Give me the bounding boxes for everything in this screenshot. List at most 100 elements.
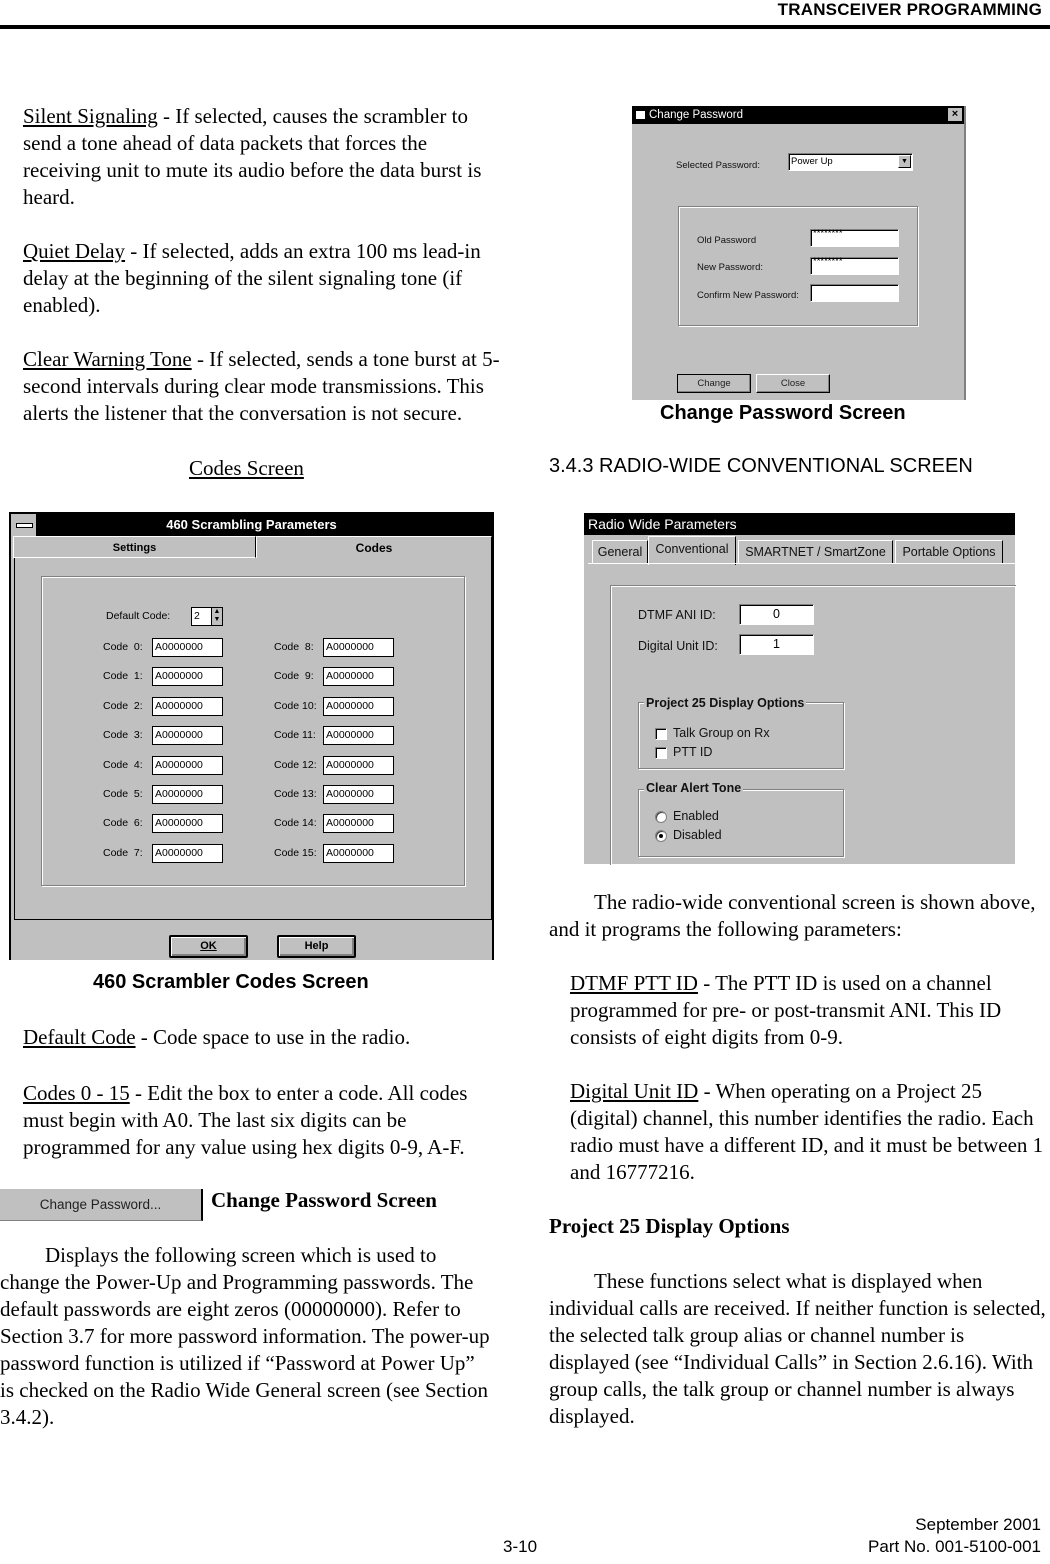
term-codes-0-15: Codes 0 - 15 [23,1081,130,1105]
code-input[interactable]: A0000000 [323,638,394,657]
old-password-field[interactable]: ******** [810,229,899,247]
code-label: Code 15: [274,846,317,859]
change-button[interactable]: Change [677,374,751,393]
code-label: Code 13: [274,788,317,800]
confirm-password-label: Confirm New Password: [697,290,799,301]
change-password-dialog: Change Password × Selected Password: Pow… [632,106,966,400]
p25-paragraph: These functions select what is displayed… [549,1269,1046,1428]
change-password-caption: Change Password Screen [660,402,906,424]
old-password-label: Old Password [697,235,757,246]
scrambler-caption: 460 Scrambler Codes Screen [93,971,369,993]
tab-settings[interactable]: Settings [13,536,256,558]
option-label: PTT ID [673,745,713,759]
code-label: Code 11: [274,729,316,742]
clear-warning-tone-paragraph: Clear Warning Tone - If selected, sends … [23,347,500,425]
code-input[interactable]: A0000000 [152,785,223,804]
clear-alert-tone-group [638,789,844,857]
tab-panel: Default Code: 2 ▲ ▼ Code 0: A0000000 Code 1… [14,558,492,920]
radio-wide-intro: The radio-wide conventional screen is sh… [549,890,1036,941]
system-menu-icon[interactable] [11,514,37,536]
code-input[interactable]: A0000000 [152,726,223,746]
default-code-paragraph: Default Code - Code space to use in the … [23,1025,411,1049]
code-label: Code 5: [103,788,143,800]
ok-button[interactable]: OK [169,935,248,958]
alert-group-title: Clear Alert Tone [644,781,744,795]
tab-conventional[interactable]: Conventional [648,536,736,565]
code-input[interactable]: A0000000 [323,785,394,804]
p25-group-title: Project 25 Display Options [644,696,807,710]
spinner-arrows-icon[interactable]: ▲ ▼ [211,608,222,625]
change-password-heading: Change Password Screen [211,1188,437,1212]
code-input[interactable]: A0000000 [152,843,223,863]
code-label: Code 12: [274,758,317,771]
digital-unit-id-label: Digital Unit ID: [638,639,718,653]
radio-wide-dialog: Radio Wide Parameters General Convention… [584,513,1016,865]
new-password-label: New Password: [697,262,763,273]
help-button[interactable]: Help [277,935,356,958]
code-input[interactable]: A0000000 [152,755,223,775]
running-header: TRANSCEIVER PROGRAMMING [777,0,1042,19]
dtmf-ani-id-label: DTMF ANI ID: [638,608,716,622]
dialog-title-bar: Change Password × [632,106,964,124]
option-label: Enabled [673,809,719,823]
codes-screen-heading: Codes Screen [189,456,304,480]
checkbox-unchecked-icon[interactable] [655,747,667,759]
dialog-title-bar: Radio Wide Parameters [584,513,1015,535]
code-input[interactable]: A0000000 [323,755,394,775]
selected-password-label: Selected Password: [676,160,760,171]
code-input[interactable]: A0000000 [323,843,394,863]
radio-unselected-icon[interactable] [655,811,667,823]
page-number: 3-10 [503,1537,538,1556]
default-code-label: Default Code: [106,610,171,622]
dialog-title: Change Password [649,109,743,121]
checkbox-unchecked-icon[interactable] [655,728,667,740]
dtmf-ptt-id-paragraph: DTMF PTT ID - The PTT ID is used on a ch… [570,971,1002,1049]
code-input[interactable]: A0000000 [152,814,223,834]
term-digital-unit-id: Digital Unit ID [570,1079,699,1103]
new-password-field[interactable]: ******** [810,257,899,275]
chevron-down-icon[interactable]: ▼ [898,155,911,168]
tab-codes[interactable]: Codes [256,536,492,558]
dialog-title: Radio Wide Parameters [588,516,737,532]
tab-smartnet-smartzone[interactable]: SMARTNET / SmartZone [738,540,893,563]
close-button[interactable]: Close [756,374,830,393]
p25-heading: Project 25 Display Options [549,1214,790,1238]
confirm-password-field[interactable] [810,284,899,302]
code-input[interactable]: A0000000 [152,638,223,657]
quiet-delay-paragraph: Quiet Delay - If selected, adds an extra… [23,239,481,317]
selected-password-dropdown[interactable]: Power Up ▼ [788,153,913,171]
term-clear-warning-tone: Clear Warning Tone [23,347,192,371]
footer-date: September 2001 [915,1515,1041,1534]
change-password-paragraph: Displays the following screen which is u… [0,1243,490,1429]
code-label: Code 1: [103,670,143,683]
code-input[interactable]: A0000000 [152,696,223,716]
codes-paragraph: Codes 0 - 15 - Edit the box to enter a c… [23,1081,468,1159]
header-rule [0,25,1050,29]
code-input[interactable]: A0000000 [323,667,394,687]
code-label: Code 14: [274,817,317,830]
dialog-title-bar: 460 Scrambling Parameters [11,514,492,536]
close-icon[interactable]: × [948,108,962,121]
code-input[interactable]: A0000000 [323,814,394,834]
part-number: Part No. 001-5100-001 [868,1537,1041,1556]
digital-unit-id-field[interactable]: 1 [739,634,814,655]
code-label: Code 4: [103,758,143,771]
tab-portable-options[interactable]: Portable Options [895,540,1003,563]
option-label: Talk Group on Rx [673,726,770,740]
term-quiet-delay: Quiet Delay [23,239,126,263]
code-label: Code 2: [103,699,143,712]
code-label: Code 6: [103,817,143,830]
term-dtmf-ptt-id: DTMF PTT ID [570,971,698,995]
code-input[interactable]: A0000000 [152,667,223,687]
dtmf-ani-id-field[interactable]: 0 [739,604,814,625]
code-label: Code 8: [274,641,314,653]
code-label: Code 7: [103,846,143,859]
change-password-button[interactable]: Change Password... [0,1189,203,1221]
code-label: Code 10: [274,699,317,712]
code-input[interactable]: A0000000 [323,696,394,716]
radio-selected-icon[interactable] [655,830,667,842]
default-code-spinner[interactable]: 2 ▲ ▼ [191,607,223,626]
tab-general[interactable]: General [592,540,648,563]
silent-signaling-paragraph: Silent Signaling - If selected, causes t… [23,104,482,209]
code-input[interactable]: A0000000 [323,726,394,746]
